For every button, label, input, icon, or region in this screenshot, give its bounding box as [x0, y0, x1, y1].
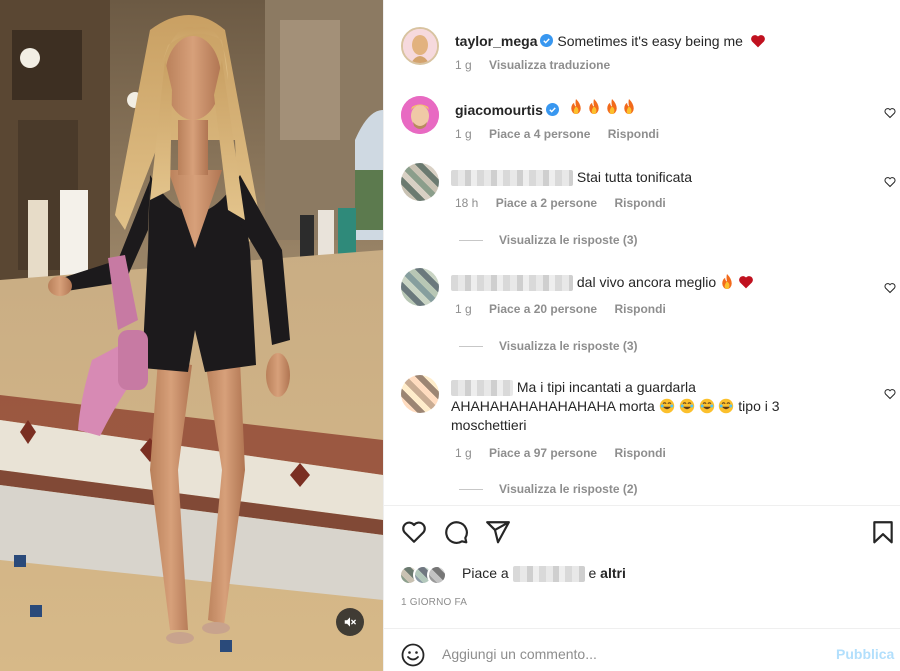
speaker-muted-icon — [344, 617, 356, 627]
likes-others[interactable]: altri — [600, 565, 626, 581]
comment-text: tipo i 3 — [738, 398, 780, 415]
heart-outline-icon[interactable] — [401, 519, 427, 545]
view-replies-button[interactable]: Visualizza le risposte (3) — [459, 233, 638, 247]
replies-divider — [459, 489, 483, 491]
post-date[interactable]: 1 GIORNO FA — [401, 597, 467, 608]
comment-likes[interactable]: Piace a 20 persone — [489, 302, 597, 316]
red-heart-emoji-icon — [739, 276, 753, 289]
like-comment-heart-icon[interactable] — [884, 176, 896, 188]
caption-username[interactable]: taylor_mega — [455, 33, 537, 49]
blurred-liker-name — [512, 566, 585, 583]
avatar[interactable] — [401, 27, 439, 65]
likes-suffix: e — [588, 565, 597, 581]
blurred-username — [451, 170, 573, 187]
fire-emoji-icon — [606, 98, 617, 115]
avatar[interactable] — [401, 268, 439, 306]
laughing-emoji-icon — [699, 399, 714, 414]
reply-button[interactable]: Rispondi — [614, 302, 665, 316]
likes-prefix: Piace a — [462, 565, 509, 581]
liker-avatar — [427, 565, 447, 585]
comment-meta: 1 g Piace a 20 persone Rispondi — [455, 302, 680, 316]
comment-item: dal vivo ancora meglio — [451, 273, 754, 292]
bookmark-icon[interactable] — [870, 519, 896, 545]
post-photo — [0, 0, 383, 671]
liker-avatars[interactable] — [399, 565, 449, 585]
comment-bubble-icon[interactable] — [443, 519, 469, 545]
post-media[interactable] — [0, 0, 383, 671]
fire-emoji-row — [569, 98, 637, 118]
comment-meta: 1 g Piace a 97 persone Rispondi — [455, 446, 680, 460]
commenter-avatar-image — [401, 96, 439, 134]
comment-item: Ma i tipi incantati a guardarla AHAHAHAH… — [451, 378, 871, 434]
likes-summary[interactable]: Piace a e altri — [462, 565, 626, 583]
view-replies-button[interactable]: Visualizza le risposte (3) — [459, 339, 638, 353]
comment-text: AHAHAHAHAHAHAHAHA morta — [451, 398, 655, 415]
laughing-emoji-icon — [659, 399, 674, 414]
comment-time[interactable]: 1 g — [455, 446, 472, 460]
caption-text: Sometimes it's easy being me — [557, 33, 743, 49]
post-caption: taylor_mega Sometimes it's easy being me — [455, 32, 766, 50]
view-replies-button[interactable]: Visualizza le risposte (2) — [459, 482, 638, 496]
laughing-emoji-icon — [719, 399, 734, 414]
replies-divider — [459, 240, 483, 242]
publish-button[interactable]: Pubblica — [836, 646, 894, 662]
mute-button[interactable] — [336, 608, 364, 636]
comment-meta: 1 g Piace a 4 persone Rispondi — [455, 127, 673, 141]
comment-item: giacomourtis — [455, 98, 636, 119]
comment-text: Ma i tipi incantati a guardarla — [516, 379, 696, 395]
comment-item: Stai tutta tonificata — [451, 168, 693, 187]
avatar[interactable] — [401, 96, 439, 134]
comment-time[interactable]: 1 g — [455, 302, 472, 316]
smiley-icon[interactable] — [401, 643, 425, 667]
author-avatar-image — [403, 29, 437, 63]
fire-emoji-icon — [588, 98, 599, 115]
comment-time[interactable]: 1 g — [455, 127, 472, 141]
reply-button[interactable]: Rispondi — [614, 446, 665, 460]
verified-badge-icon — [540, 34, 554, 47]
view-replies-label: Visualizza le risposte (3) — [499, 233, 638, 247]
translate-link[interactable]: Visualizza traduzione — [489, 58, 610, 72]
view-replies-label: Visualizza le risposte (2) — [499, 482, 638, 496]
comment-text: dal vivo ancora meglio — [576, 274, 717, 290]
comment-likes[interactable]: Piace a 97 persone — [489, 446, 597, 460]
comment-meta: 18 h Piace a 2 persone Rispondi — [455, 196, 680, 210]
comment-time[interactable]: 18 h — [455, 196, 478, 210]
actions-divider — [384, 505, 900, 506]
laughing-emoji-icon — [679, 399, 694, 414]
laughing-emoji-row — [659, 398, 739, 414]
comment-likes[interactable]: Piace a 2 persone — [496, 196, 597, 210]
verified-badge-icon — [545, 103, 559, 116]
caption-meta: 1 g Visualizza traduzione — [455, 58, 624, 72]
fire-emoji-icon — [624, 98, 635, 115]
blurred-username — [451, 275, 573, 292]
comment-username[interactable]: giacomourtis — [455, 102, 543, 118]
comment-line: Ma i tipi incantati a guardarla — [451, 378, 871, 397]
view-replies-label: Visualizza le risposte (3) — [499, 339, 638, 353]
comment-line: AHAHAHAHAHAHAHAHA morta tipo i 3 — [451, 397, 871, 415]
avatar[interactable] — [401, 163, 439, 201]
avatar[interactable] — [401, 375, 439, 413]
composer-divider — [384, 628, 900, 629]
comment-text: Stai tutta tonificata — [576, 169, 693, 185]
comment-likes[interactable]: Piace a 4 persone — [489, 127, 590, 141]
fire-emoji-icon — [722, 273, 732, 290]
comment-input[interactable] — [442, 646, 812, 662]
like-comment-heart-icon[interactable] — [884, 107, 896, 119]
like-comment-heart-icon[interactable] — [884, 388, 896, 400]
paper-plane-icon[interactable] — [485, 519, 511, 545]
reply-button[interactable]: Rispondi — [608, 127, 659, 141]
fire-emoji-icon — [571, 98, 581, 115]
comment-line: moschettieri — [451, 417, 527, 434]
like-comment-heart-icon[interactable] — [884, 282, 896, 294]
reply-button[interactable]: Rispondi — [614, 196, 665, 210]
blurred-username — [451, 380, 513, 397]
caption-time[interactable]: 1 g — [455, 58, 472, 72]
replies-divider — [459, 346, 483, 348]
comments-panel: taylor_mega Sometimes it's easy being me… — [383, 0, 900, 671]
red-heart-emoji-icon — [750, 35, 765, 48]
